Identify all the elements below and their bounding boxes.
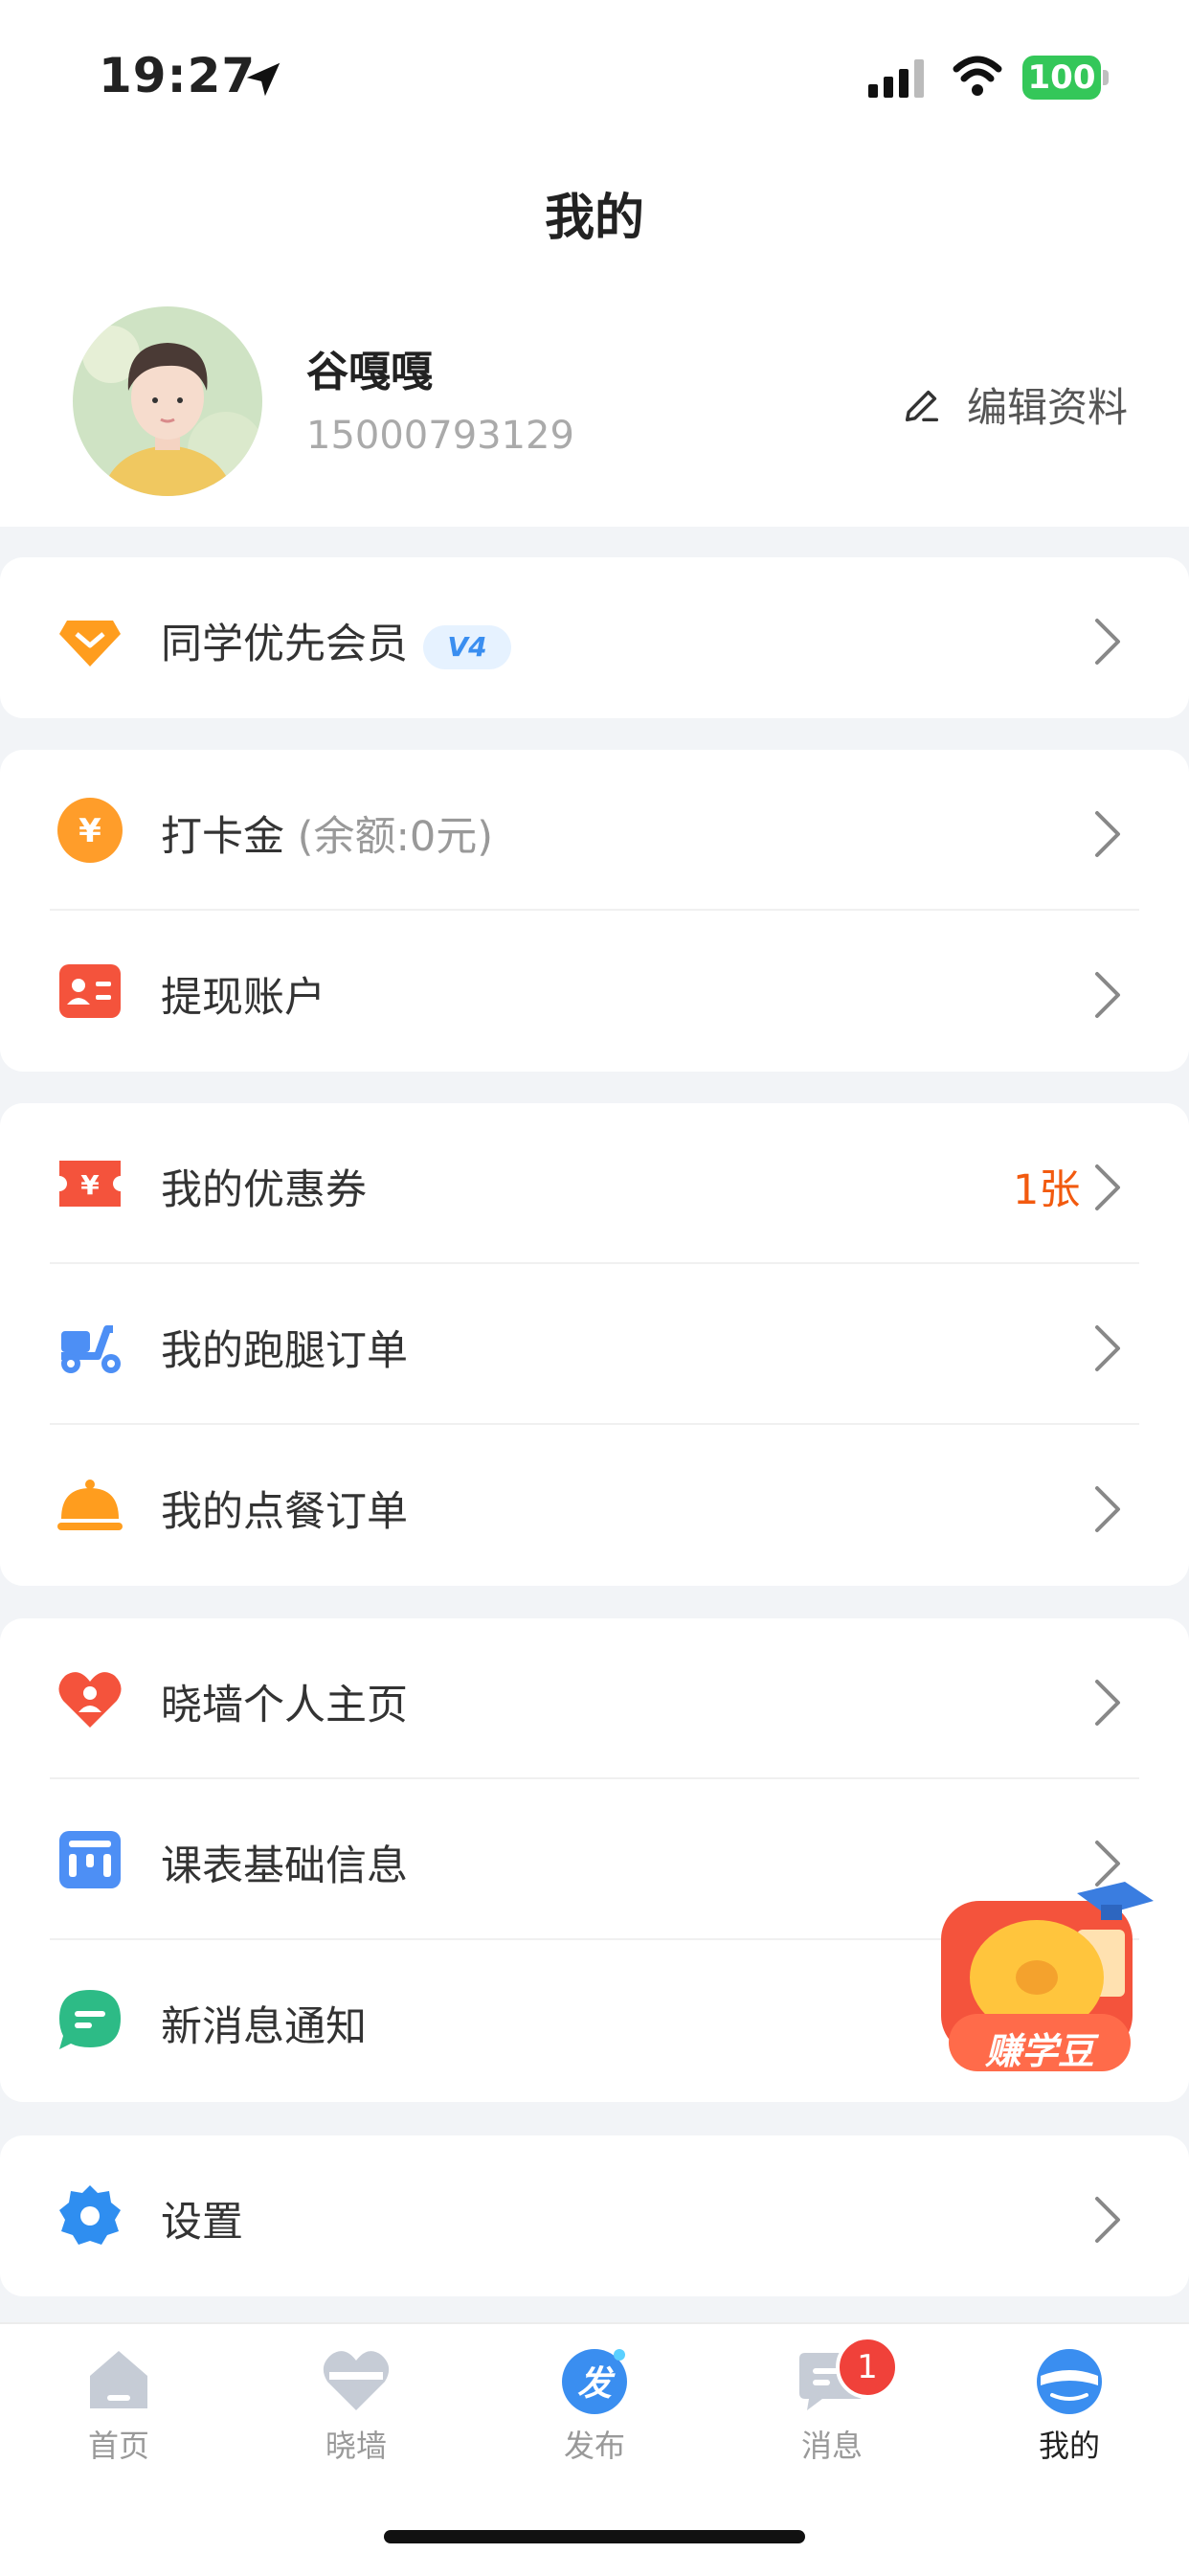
publish-icon-text: 发 xyxy=(577,2364,616,2404)
home-indicator xyxy=(384,2530,805,2543)
tab-messages-label: 消息 xyxy=(800,2428,863,2464)
scooter-icon xyxy=(61,1325,121,1373)
svg-text:¥: ¥ xyxy=(80,1169,100,1201)
orders-card: ¥ 我的优惠券 1张 我的跑腿订单 我的点餐订单 xyxy=(0,1103,1189,1586)
battery-level: 100 xyxy=(1022,56,1101,100)
coupon-count: 1张 xyxy=(1013,1166,1081,1214)
heart-tab-icon xyxy=(323,2351,390,2410)
wall-profile-label: 晓墙个人主页 xyxy=(161,1682,408,1729)
checkin-label: 打卡金 xyxy=(161,813,284,861)
settings-label: 设置 xyxy=(161,2199,243,2247)
diamond-icon xyxy=(59,621,121,667)
tab-home[interactable]: 首页 xyxy=(42,2343,195,2466)
chevron-right-icon xyxy=(1095,1164,1120,1210)
chevron-right-icon xyxy=(1095,972,1120,1018)
chevron-right-icon xyxy=(1095,1680,1120,1726)
wallet-card: ¥ 打卡金 (余额:0元) 提现账户 xyxy=(0,750,1189,1072)
timetable-label: 课表基础信息 xyxy=(161,1842,408,1890)
coupon-ticket-icon: ¥ xyxy=(59,1161,121,1207)
settings-card: 设置 xyxy=(0,2135,1189,2296)
publish-icon: 发 xyxy=(562,2349,627,2414)
food-orders-label: 我的点餐订单 xyxy=(161,1488,408,1536)
wifi-icon xyxy=(953,56,1002,96)
member-level-badge: V4 xyxy=(423,624,511,669)
tab-messages[interactable]: 消息 1 xyxy=(755,2336,909,2466)
food-cloche-icon xyxy=(57,1480,123,1530)
yuan-coin-icon: ¥ xyxy=(57,798,123,863)
chevron-right-icon xyxy=(1095,1325,1120,1371)
errand-orders-item[interactable]: 我的跑腿订单 xyxy=(0,1264,1189,1425)
tab-publish[interactable]: 发 发布 xyxy=(518,2343,671,2466)
chat-bubble-icon xyxy=(59,1990,121,2049)
chevron-right-icon xyxy=(1095,1486,1120,1532)
tab-mine-label: 我的 xyxy=(1038,2428,1100,2464)
edit-profile-button[interactable]: 编辑资料 xyxy=(900,375,1128,434)
errand-orders-label: 我的跑腿订单 xyxy=(161,1327,408,1375)
status-bar: 19:27 100 xyxy=(0,0,1189,153)
pencil-icon xyxy=(905,390,939,421)
status-time: 19:27 xyxy=(99,48,257,103)
coupon-label: 我的优惠券 xyxy=(161,1166,367,1214)
location-arrow-icon xyxy=(246,62,280,97)
chevron-right-icon xyxy=(1095,811,1120,857)
tab-publish-label: 发布 xyxy=(563,2428,625,2464)
tab-wall-label: 晓墙 xyxy=(325,2428,387,2464)
wall-profile-item[interactable]: 晓墙个人主页 xyxy=(0,1618,1189,1779)
mine-icon xyxy=(1037,2349,1102,2414)
unread-badge: 1 xyxy=(836,2336,899,2399)
heart-person-icon xyxy=(58,1672,122,1728)
timetable-icon xyxy=(59,1831,121,1888)
checkin-money-item[interactable]: ¥ 打卡金 (余额:0元) xyxy=(0,750,1189,911)
membership-card: 同学优先会员 V4 xyxy=(0,557,1189,718)
tab-home-label: 首页 xyxy=(87,2428,149,2464)
withdraw-account-item[interactable]: 提现账户 xyxy=(0,911,1189,1072)
tab-mine[interactable]: 我的 xyxy=(993,2343,1146,2466)
user-name: 谷嘎嘎 xyxy=(306,348,433,396)
membership-label: 同学优先会员 xyxy=(161,621,408,668)
battery-indicator: 100 xyxy=(1022,56,1109,102)
page-title: 我的 xyxy=(544,190,644,247)
membership-item[interactable]: 同学优先会员 V4 xyxy=(0,557,1189,718)
chevron-right-icon xyxy=(1095,2197,1120,2243)
gear-icon xyxy=(59,2185,121,2245)
user-phone: 15000793129 xyxy=(306,414,574,458)
settings-item[interactable]: 设置 xyxy=(0,2135,1189,2296)
home-icon xyxy=(90,2351,147,2408)
tab-wall[interactable]: 晓墙 xyxy=(280,2343,433,2466)
food-orders-item[interactable]: 我的点餐订单 xyxy=(0,1425,1189,1586)
chevron-right-icon xyxy=(1095,619,1120,665)
checkin-balance: (余额:0元) xyxy=(297,813,494,861)
cellular-signal-icon xyxy=(868,59,924,98)
svg-text:¥: ¥ xyxy=(79,812,101,850)
avatar[interactable] xyxy=(73,306,262,496)
id-card-icon xyxy=(59,964,121,1018)
coupon-item[interactable]: ¥ 我的优惠券 1张 xyxy=(0,1103,1189,1264)
earn-beans-floating-button[interactable]: 赚学豆 xyxy=(933,1872,1154,2083)
battery-tip xyxy=(1103,70,1109,85)
edit-profile-label: 编辑资料 xyxy=(967,384,1129,431)
notify-label: 新消息通知 xyxy=(161,2003,367,2051)
withdraw-label: 提现账户 xyxy=(161,974,325,1022)
earn-beans-label: 赚学豆 xyxy=(984,2030,1094,2072)
